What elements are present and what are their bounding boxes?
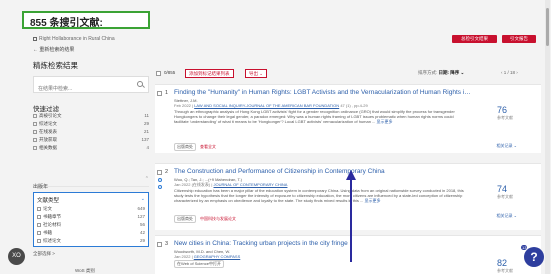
checkbox[interactable] bbox=[33, 146, 37, 150]
chevron-up-icon: ⌃ bbox=[144, 176, 149, 182]
checkbox[interactable] bbox=[33, 114, 37, 118]
search-icon[interactable] bbox=[137, 81, 143, 87]
results-toolbar: 0/855 添加到标记结果列表 导出 ⌄ 排序方式: 日期: 降序 ⌄ ‹ 1 … bbox=[155, 68, 541, 80]
result-source: Feb 2022 | LAW AND SOCIAL INQUIRY-JOURNA… bbox=[174, 103, 368, 108]
question-icon: ? bbox=[530, 250, 538, 264]
journal-link[interactable]: LAW AND SOCIAL INQUIRY-JOURNAL OF THE AM… bbox=[194, 103, 339, 108]
result-item: 1 Finding the "Humanity" in Human Rights… bbox=[155, 84, 541, 153]
quick-filter-list: 高被引论文 11 综述论文 29 在线发表 21 开放获取 137 相关数据 4 bbox=[33, 113, 149, 153]
results-count-text: 855 条搜引文献: bbox=[30, 18, 103, 29]
select-all-link[interactable]: 全部选择 > bbox=[33, 251, 55, 257]
result-item: 3 New cities in China: Tracking urban pr… bbox=[155, 235, 541, 274]
doc-type-item[interactable]: 论文 649 bbox=[34, 206, 148, 214]
result-side-icons bbox=[158, 178, 166, 192]
refine-title: 精炼检索结果 bbox=[33, 61, 78, 70]
quick-filter-item[interactable]: 综述论文 29 bbox=[33, 121, 149, 129]
refine-sidebar: 精炼检索结果 快速过滤 高被引论文11 综述论文29 在线发表21 开放获取13… bbox=[33, 60, 149, 150]
checkbox[interactable] bbox=[33, 122, 37, 126]
show-more-link[interactable]: 显示更多 bbox=[377, 119, 393, 124]
publisher-button[interactable]: 出版商处 bbox=[174, 215, 196, 223]
doc-type-item[interactable]: 书籍章节 127 bbox=[34, 214, 148, 222]
annotation-arrow-shaft bbox=[350, 178, 352, 262]
floating-assistant-button[interactable]: XO bbox=[8, 248, 25, 265]
full-text-link[interactable]: 中国科技与发展论文 bbox=[200, 216, 236, 221]
select-all-checkbox[interactable] bbox=[156, 71, 161, 76]
result-source: Jan 2022 | GEOGRAPHY COMPASS bbox=[174, 254, 241, 259]
selected-count: 0/855 bbox=[164, 70, 176, 75]
result-abstract: Through an ethnographic analysis of Hong… bbox=[174, 109, 455, 124]
doc-type-item[interactable]: 社论材料 56 bbox=[34, 222, 148, 230]
quick-filter-item[interactable]: 相关数据 4 bbox=[33, 145, 149, 153]
checkbox[interactable] bbox=[33, 130, 37, 134]
page-scrollbar[interactable] bbox=[545, 0, 550, 274]
result-actions: 出版商处 中国科技与发展论文 bbox=[174, 215, 236, 223]
checkbox[interactable] bbox=[33, 138, 37, 142]
pagination[interactable]: ‹ 1 / 18 › bbox=[501, 70, 518, 75]
result-actions: 在Web of Science中打开 bbox=[174, 260, 228, 268]
lock-icon bbox=[158, 178, 162, 182]
quick-filter-title: 快速过滤 bbox=[33, 106, 59, 113]
result-title[interactable]: The Construction and Performance of Citi… bbox=[174, 168, 474, 176]
document-icon bbox=[33, 36, 37, 41]
result-number: 1 bbox=[165, 90, 169, 96]
recent-results-link[interactable]: ← 重新检索的结果 bbox=[33, 46, 74, 53]
journal-link[interactable]: JOURNAL OF CONTEMPORARY CHINA bbox=[214, 182, 288, 187]
sort-control[interactable]: 排序方式: 日期: 降序 ⌄ bbox=[418, 70, 464, 76]
results-count-box: 855 条搜引文献: bbox=[22, 11, 150, 29]
citation-report-button[interactable]: 引文报告 bbox=[502, 35, 536, 43]
year-label: 出版年 bbox=[33, 184, 49, 190]
citation-count[interactable]: 74 参考文献 bbox=[497, 184, 513, 200]
citation-count[interactable]: 82 参考文献 bbox=[497, 258, 513, 274]
show-more-link[interactable]: 显示更多 bbox=[365, 198, 381, 203]
result-checkbox[interactable] bbox=[157, 170, 162, 175]
open-in-wos-button[interactable]: 在Web of Science中打开 bbox=[174, 260, 224, 268]
checkbox[interactable] bbox=[37, 222, 41, 227]
open-access-icon bbox=[158, 185, 162, 189]
quick-filter-item[interactable]: 开放获取 137 bbox=[33, 137, 149, 145]
result-abstract: Citizenship education has been a major p… bbox=[174, 188, 464, 203]
chevron-down-icon: ⌄ bbox=[140, 196, 145, 202]
refine-search-input[interactable] bbox=[34, 81, 130, 97]
related-records[interactable]: 相关记录 ⌄ bbox=[497, 143, 517, 149]
checkbox[interactable] bbox=[37, 206, 41, 211]
wos-category-filter[interactable]: WoS 类别 bbox=[75, 268, 95, 274]
result-number: 3 bbox=[165, 241, 169, 247]
document-type-header[interactable]: 文献类型 ⌄ bbox=[34, 193, 148, 206]
checkbox[interactable] bbox=[37, 230, 41, 235]
result-title[interactable]: Finding the "Humanity" in Human Rights: … bbox=[174, 89, 474, 97]
export-button[interactable]: 导出 ⌄ bbox=[245, 69, 268, 78]
help-button[interactable]: ? bbox=[524, 247, 544, 267]
related-records[interactable]: 相关记录 ⌄ bbox=[497, 213, 517, 219]
refine-search-box bbox=[33, 76, 149, 97]
annotation-arrow-head bbox=[346, 170, 356, 180]
result-number: 2 bbox=[165, 169, 169, 175]
citation-count[interactable]: 76 参考文献 bbox=[497, 105, 513, 121]
quick-filter-item[interactable]: 在线发表 21 bbox=[33, 129, 149, 137]
document-type-filter: 文献类型 ⌄ 论文 649 书籍章节 127 社论材料 56 书籍 42 综述论文 29 bbox=[33, 192, 149, 247]
quick-filter-item[interactable]: 高被引论文 11 bbox=[33, 113, 149, 121]
full-text-link[interactable]: 查看全文 bbox=[200, 144, 216, 149]
publisher-button[interactable]: 出版商处 bbox=[174, 143, 196, 151]
scrollbar-thumb[interactable] bbox=[546, 8, 549, 46]
result-checkbox[interactable] bbox=[157, 91, 162, 96]
checkbox[interactable] bbox=[37, 238, 41, 243]
checkbox[interactable] bbox=[37, 214, 41, 219]
analyze-results-button[interactable]: 总检引文结果 bbox=[452, 35, 497, 43]
publication-year-filter[interactable]: 出版年 ⌃ bbox=[33, 175, 149, 190]
result-actions: 出版商处 查看全文 bbox=[174, 143, 216, 151]
source-line[interactable]: Right Hollaborance in Rural China bbox=[33, 36, 115, 42]
journal-link[interactable]: GEOGRAPHY COMPASS bbox=[194, 254, 241, 259]
result-checkbox[interactable] bbox=[157, 242, 162, 247]
doc-type-item[interactable]: 综述论文 29 bbox=[34, 238, 148, 246]
doc-type-item[interactable]: 书籍 42 bbox=[34, 230, 148, 238]
add-to-marked-list-button[interactable]: 添加到标记结果列表 bbox=[185, 69, 234, 78]
result-title[interactable]: New cities in China: Tracking urban proj… bbox=[174, 240, 474, 248]
